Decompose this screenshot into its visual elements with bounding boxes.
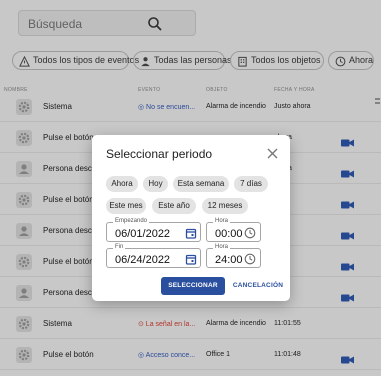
start-time-label: Hora [213, 218, 231, 224]
start-time-field[interactable]: Hora 00:00 [206, 218, 261, 242]
start-date-field[interactable]: Empezando 06/01/2022 [106, 218, 201, 242]
end-time-field[interactable]: Hora 24:00 [206, 244, 261, 268]
end-time-label: Hora [213, 244, 231, 250]
preset-week-button[interactable]: Esta semana [173, 176, 229, 192]
preset-7days-button[interactable]: 7 días [234, 176, 268, 192]
close-icon[interactable] [267, 148, 278, 159]
start-time-value: 00:00 [215, 228, 243, 240]
calendar-icon[interactable] [185, 227, 197, 239]
clock-icon[interactable] [244, 227, 256, 239]
preset-year-button[interactable]: Este año [152, 198, 196, 214]
end-time-value: 24:00 [215, 254, 243, 266]
start-date-value: 06/01/2022 [115, 228, 171, 240]
end-date-field[interactable]: Fin 06/24/2022 [106, 244, 201, 268]
dialog-title: Seleccionar periodo [106, 147, 213, 161]
select-button[interactable]: SELECCIONAR [161, 277, 225, 295]
event-log-app: Búsqueda Todos los tipos de eventos Toda… [0, 0, 381, 376]
end-date-value: 06/24/2022 [115, 254, 171, 266]
end-date-label: Fin [113, 244, 126, 250]
select-period-dialog: Seleccionar periodo Ahora Hoy Esta seman… [92, 135, 290, 301]
start-date-label: Empezando [113, 218, 150, 224]
preset-month-button[interactable]: Este mes [106, 198, 146, 214]
calendar-icon[interactable] [185, 253, 197, 265]
preset-today-button[interactable]: Hoy [143, 176, 168, 192]
preset-12months-button[interactable]: 12 meses [202, 198, 248, 214]
preset-now-button[interactable]: Ahora [106, 176, 138, 192]
clock-icon[interactable] [244, 253, 256, 265]
cancel-button[interactable]: CANCELACIÓN [230, 277, 286, 295]
